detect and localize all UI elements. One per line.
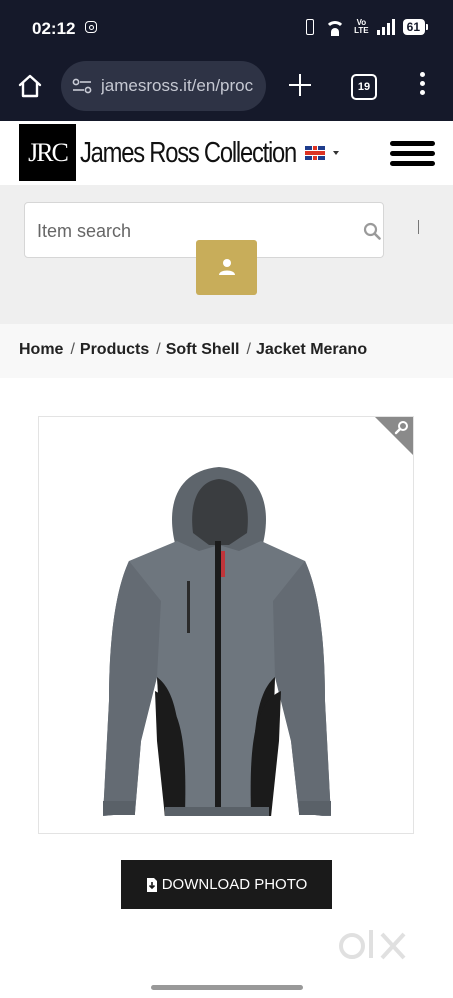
user-icon (219, 259, 235, 275)
status-icons: Vo LTE 61 (302, 18, 429, 36)
zoom-icon[interactable] (394, 420, 410, 436)
breadcrumb-separator: / (246, 341, 251, 358)
uk-flag-icon[interactable] (305, 146, 325, 160)
account-button[interactable] (196, 240, 257, 295)
instagram-notification-icon (85, 21, 97, 33)
breadcrumb-separator: / (156, 341, 161, 358)
download-icon (146, 877, 157, 892)
browser-toolbar: jamesross.it/en/proc 19 (0, 56, 453, 121)
vibrate-icon (302, 18, 316, 36)
search-section (0, 185, 453, 324)
logo-text[interactable]: James Ross Collection (80, 137, 297, 170)
breadcrumb-current: Jacket Merano (255, 341, 368, 358)
tab-switcher-button[interactable]: 19 (351, 74, 377, 100)
url-text: jamesross.it/en/proc (101, 76, 254, 95)
breadcrumb-separator: / (70, 341, 75, 358)
hamburger-menu-icon[interactable] (390, 141, 435, 167)
product-image-frame[interactable] (38, 416, 414, 834)
volte-indicator: Vo LTE (354, 18, 369, 35)
logo-mark[interactable]: JRC (19, 124, 76, 181)
divider (418, 220, 419, 234)
search-icon[interactable] (363, 222, 381, 240)
site-settings-icon[interactable] (72, 78, 92, 94)
product-image[interactable] (69, 441, 369, 816)
download-photo-label: DOWNLOAD PHOTO (161, 876, 308, 893)
chevron-down-icon[interactable] (333, 151, 339, 155)
breadcrumb-soft-shell[interactable]: Soft Shell (166, 341, 240, 358)
battery-indicator: 61 (402, 19, 429, 35)
address-bar[interactable]: jamesross.it/en/proc (61, 61, 266, 111)
browser-menu-icon[interactable] (420, 72, 426, 98)
clock: 02:12 (32, 19, 76, 38)
home-icon[interactable] (17, 73, 43, 99)
breadcrumb-products[interactable]: Products (80, 341, 149, 358)
status-bar: 02:12 Vo LTE 61 (0, 0, 453, 56)
olx-watermark-logo (339, 930, 406, 960)
gesture-navigation-bar[interactable] (151, 985, 303, 990)
site-header: JRC James Ross Collection (0, 121, 453, 185)
search-input[interactable] (35, 217, 339, 245)
breadcrumb: Home / Products / Soft Shell / Jacket Merano (0, 324, 453, 378)
download-photo-button[interactable]: DOWNLOAD PHOTO (121, 860, 332, 909)
wifi-icon (324, 18, 346, 36)
breadcrumb-home[interactable]: Home (19, 341, 63, 358)
new-tab-icon[interactable] (288, 73, 312, 97)
signal-icon (376, 19, 395, 35)
